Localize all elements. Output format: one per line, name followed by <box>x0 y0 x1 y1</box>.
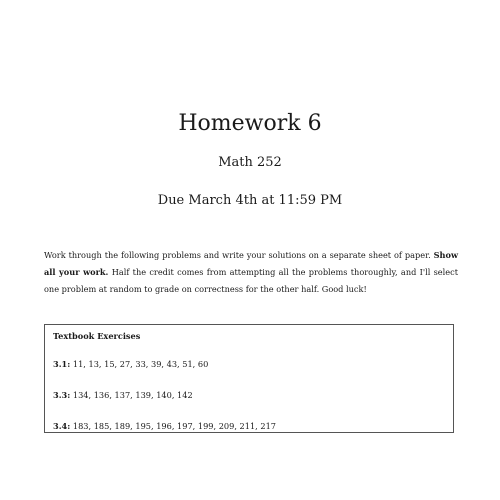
problem-list: 11, 13, 15, 27, 33, 39, 43, 51, 60 <box>72 359 209 369</box>
course-name: Math 252 <box>218 155 282 170</box>
exercise-section-row: 3.3: 134, 136, 137, 139, 140, 142 <box>53 389 193 401</box>
problem-list: 183, 185, 189, 195, 196, 197, 199, 209, … <box>72 421 277 431</box>
document-page: Homework 6 Math 252 Due March 4th at 11:… <box>0 0 500 500</box>
section-number: 3.3: <box>53 390 71 400</box>
section-number: 3.4: <box>53 421 71 431</box>
problem-list: 134, 136, 137, 139, 140, 142 <box>72 390 193 400</box>
due-date: Due March 4th at 11:59 PM <box>157 193 343 208</box>
exercises-box: Textbook Exercises 3.1: 11, 13, 15, 27, … <box>44 324 454 433</box>
instructions-paragraph: Work through the following problems and … <box>44 247 458 298</box>
exercise-section-row: 3.1: 11, 13, 15, 27, 33, 39, 43, 51, 60 <box>53 358 208 370</box>
document-title: Homework 6 <box>178 111 322 136</box>
instructions-text-start: Work through the following problems and … <box>44 250 434 260</box>
section-number: 3.1: <box>53 359 71 369</box>
exercise-section-row: 3.4: 183, 185, 189, 195, 196, 197, 199, … <box>53 420 276 432</box>
exercises-heading: Textbook Exercises <box>53 331 141 341</box>
